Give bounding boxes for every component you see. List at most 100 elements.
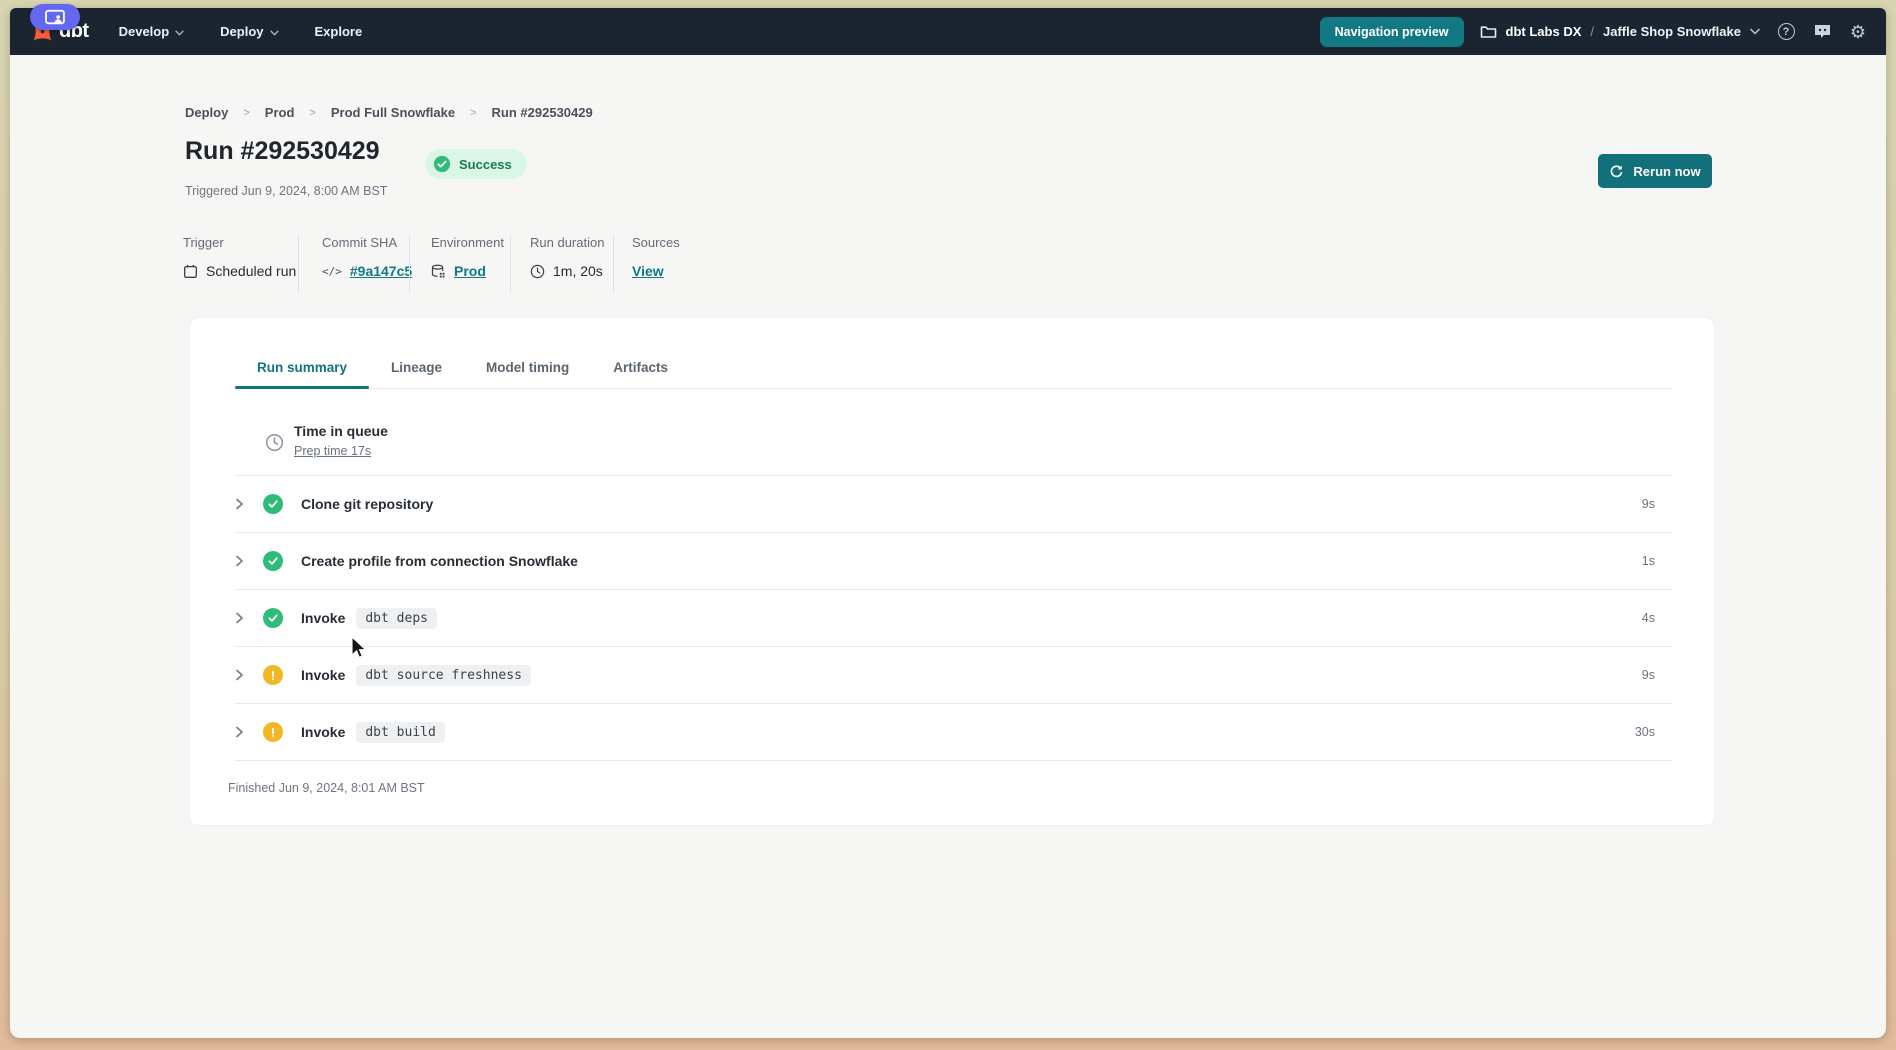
triggered-timestamp: Triggered Jun 9, 2024, 8:00 AM BST xyxy=(185,184,387,198)
meta-label: Sources xyxy=(632,235,680,250)
help-icon: ? xyxy=(1778,23,1795,40)
step-label: Create profile from connection Snowflake xyxy=(301,553,578,569)
meta-value-text: Scheduled run xyxy=(206,263,296,279)
meta-commit-sha: Commit SHA </> #9a147c5 xyxy=(322,235,412,279)
meta-value: Scheduled run xyxy=(183,263,296,279)
nav-menu-explore[interactable]: Explore xyxy=(315,24,363,39)
run-steps-list: Clone git repository 9s Create profile fro… xyxy=(235,475,1672,761)
refresh-icon xyxy=(1609,164,1624,179)
screen-share-badge[interactable] xyxy=(30,4,80,30)
breadcrumb: Deploy > Prod > Prod Full Snowflake > Run #292… xyxy=(185,105,593,120)
meta-trigger: Trigger Scheduled run xyxy=(183,235,296,279)
folder-icon xyxy=(1480,24,1497,39)
nav-menu-label: Explore xyxy=(315,24,363,39)
time-in-queue-title: Time in queue xyxy=(294,423,388,439)
feedback-chat-icon xyxy=(1813,23,1832,40)
chevron-down-icon xyxy=(175,24,184,39)
breadcrumb-separator: > xyxy=(309,107,315,119)
meta-value-link[interactable]: Prod xyxy=(454,263,486,279)
meta-divider xyxy=(298,235,299,293)
breadcrumb-separator: > xyxy=(243,107,249,119)
tab-run-summary[interactable]: Run summary xyxy=(235,348,369,388)
chevron-down-icon xyxy=(270,24,279,39)
step-command-chip: dbt build xyxy=(356,722,444,743)
expand-chevron-right-icon[interactable] xyxy=(235,726,257,738)
step-row: Create profile from connection Snowflake… xyxy=(235,533,1672,590)
breadcrumb-separator: > xyxy=(470,107,476,119)
desktop-background: dbt DevelopDeployExplore Navigation prev… xyxy=(0,0,1896,1050)
account-separator: / xyxy=(1590,24,1594,39)
status-badge: Success xyxy=(425,149,527,179)
tab-bar: Run summaryLineageModel timingArtifacts xyxy=(235,348,1672,389)
step-row: !Invokedbt source freshness9s xyxy=(235,647,1672,704)
step-label: Invoke xyxy=(301,724,345,740)
meta-value: 1m, 20s xyxy=(530,263,604,279)
nav-menu-label: Deploy xyxy=(220,24,263,39)
code-icon: </> xyxy=(322,265,342,278)
status-badge-label: Success xyxy=(459,157,512,172)
navigation-preview-button[interactable]: Navigation preview xyxy=(1320,17,1464,47)
step-row: ! Invoke dbt build 30s xyxy=(235,704,1672,761)
account-project-switcher[interactable]: dbt Labs DX / Jaffle Shop Snowflake xyxy=(1480,24,1760,39)
success-check-icon xyxy=(263,608,283,628)
finished-timestamp: Finished Jun 9, 2024, 8:01 AM BST xyxy=(228,781,425,795)
settings-button[interactable]: ⚙ xyxy=(1848,22,1868,42)
meta-divider xyxy=(510,235,511,293)
warning-icon: ! xyxy=(263,722,283,742)
meta-label: Run duration xyxy=(530,235,604,250)
time-in-queue-section: Time in queue Prep time 17s xyxy=(265,423,388,458)
expand-chevron-right-icon[interactable] xyxy=(235,612,257,624)
calendar-icon xyxy=(183,264,198,279)
rerun-now-label: Rerun now xyxy=(1633,164,1700,179)
expand-chevron-right-icon[interactable] xyxy=(235,555,257,567)
step-duration: 30s xyxy=(1635,725,1655,739)
meta-value-text: 1m, 20s xyxy=(553,263,603,279)
step-row: Invoke dbt deps 4s xyxy=(235,590,1672,647)
nav-menu-deploy[interactable]: Deploy xyxy=(220,24,278,39)
step-command-chip: dbt deps xyxy=(356,608,437,629)
rerun-now-button[interactable]: Rerun now xyxy=(1598,154,1712,188)
meta-label: Environment xyxy=(431,235,504,250)
step-label: Clone git repository xyxy=(301,496,433,512)
step-label: Invoke xyxy=(301,610,345,626)
expand-chevron-right-icon[interactable] xyxy=(235,498,257,510)
meta-sources: Sources View xyxy=(632,235,680,279)
meta-label: Commit SHA xyxy=(322,235,412,250)
screen-share-icon xyxy=(44,9,66,26)
meta-run-duration: Run duration 1m, 20s xyxy=(530,235,604,279)
step-duration: 9s xyxy=(1642,497,1655,511)
tab-lineage[interactable]: Lineage xyxy=(369,348,464,388)
breadcrumb-item[interactable]: Run #292530429 xyxy=(492,105,593,120)
page-content: Deploy > Prod > Prod Full Snowflake > Run #292… xyxy=(10,55,1886,1038)
success-check-icon xyxy=(263,551,283,571)
step-duration: 4s xyxy=(1642,611,1655,625)
expand-chevron-right-icon[interactable] xyxy=(235,669,257,681)
warning-icon: ! xyxy=(263,665,283,685)
meta-value-link[interactable]: View xyxy=(632,263,664,279)
meta-label: Trigger xyxy=(183,235,296,250)
app-window: dbt DevelopDeployExplore Navigation prev… xyxy=(10,8,1886,1038)
step-command-chip: dbt source freshness xyxy=(356,665,531,686)
run-summary-card: Run summaryLineageModel timingArtifacts … xyxy=(190,318,1714,825)
clock-icon xyxy=(530,264,545,279)
prep-time-link[interactable]: Prep time 17s xyxy=(294,444,388,458)
meta-environment: Environment Prod xyxy=(431,235,504,279)
chevron-down-icon xyxy=(1750,28,1760,35)
tab-model-timing[interactable]: Model timing xyxy=(464,348,591,388)
meta-value: </> #9a147c5 xyxy=(322,263,412,279)
meta-value: Prod xyxy=(431,263,504,279)
breadcrumb-item[interactable]: Deploy xyxy=(185,105,228,120)
breadcrumb-item[interactable]: Prod Full Snowflake xyxy=(331,105,455,120)
meta-value-link[interactable]: #9a147c5 xyxy=(350,263,412,279)
account-name: dbt Labs DX xyxy=(1506,24,1582,39)
tab-artifacts[interactable]: Artifacts xyxy=(591,348,690,388)
nav-menu-develop[interactable]: Develop xyxy=(119,24,185,39)
help-button[interactable]: ? xyxy=(1776,22,1796,42)
step-label: Invoke xyxy=(301,667,345,683)
breadcrumb-item[interactable]: Prod xyxy=(265,105,295,120)
feedback-button[interactable] xyxy=(1812,22,1832,42)
meta-divider xyxy=(409,235,410,293)
navbar-right: Navigation preview dbt Labs DX / Jaffle … xyxy=(1320,17,1868,47)
main-nav-menus: Develop Deploy Explore xyxy=(119,24,363,39)
step-duration: 1s xyxy=(1642,554,1655,568)
